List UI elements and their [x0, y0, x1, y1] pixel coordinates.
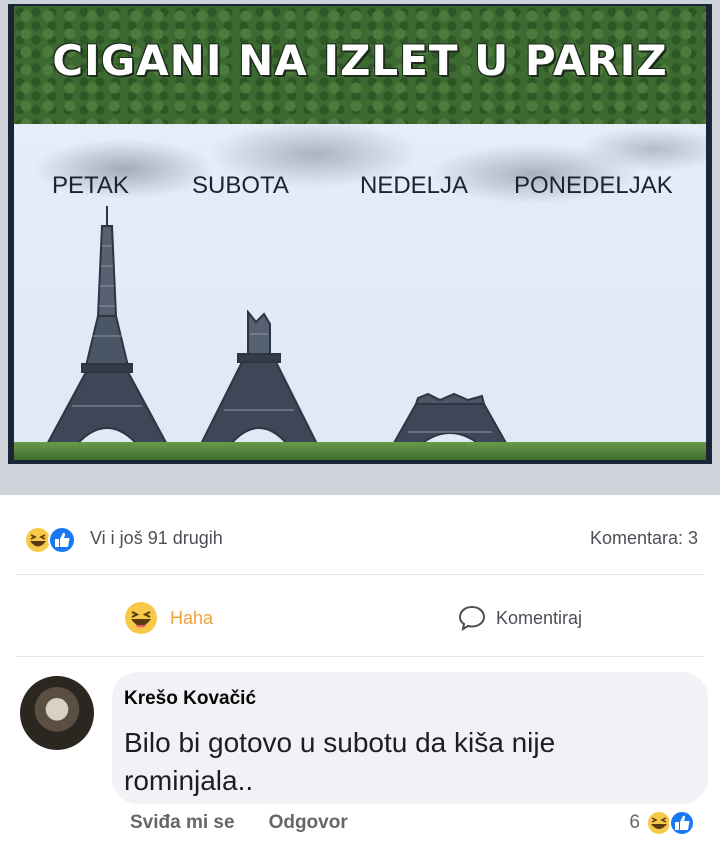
reaction-icons [24, 526, 76, 554]
comment-reactions[interactable]: 6 [629, 810, 698, 836]
reactions-summary[interactable]: Vi i još 91 drugih Komentara: 3 [0, 520, 720, 560]
like-comment-button[interactable]: Sviđa mi se [130, 812, 235, 834]
reply-button[interactable]: Odgovor [269, 812, 348, 834]
comment-bubble-icon [458, 605, 486, 632]
haha-label: Haha [170, 607, 214, 628]
haha-emoji-icon [24, 526, 52, 554]
comment-label: Komentiraj [496, 607, 583, 628]
day-label-4: PONEDELJAK [514, 172, 673, 199]
haha-emoji-icon [646, 810, 672, 836]
haha-emoji-icon [125, 602, 157, 634]
like-thumb-icon [669, 810, 695, 836]
like-thumb-icon [48, 526, 76, 554]
post-image[interactable]: CIGANI NA IZLET U PARIZ PETAK SUBOTA NED… [0, 0, 720, 495]
day-label-3: NEDELJA [360, 172, 469, 199]
grass-strip [14, 442, 706, 460]
meme-title: CIGANI NA IZLET U PARIZ [52, 36, 668, 85]
comment-text: Bilo bi gotovo u subotu da kiša nije rom… [124, 727, 556, 796]
comment-actions: Sviđa mi se Odgovor [130, 812, 348, 834]
divider [16, 656, 704, 657]
avatar[interactable] [20, 676, 94, 750]
comment-reaction-count: 6 [629, 812, 640, 833]
eiffel-tower-full-icon [42, 206, 172, 451]
eiffel-tower-damaged-icon [196, 310, 322, 451]
comments-count[interactable]: Komentara: 3 [590, 528, 698, 549]
divider [16, 574, 704, 575]
comment-button[interactable]: Komentiraj [458, 596, 582, 640]
post-actions: Haha Komentiraj [0, 594, 720, 642]
comment-reaction-icons [646, 810, 695, 836]
reactions-text[interactable]: Vi i još 91 drugih [90, 528, 223, 549]
day-label-2: SUBOTA [192, 172, 289, 199]
meme-canvas: CIGANI NA IZLET U PARIZ PETAK SUBOTA NED… [14, 6, 706, 460]
comment-author[interactable]: Krešo Kovačić [124, 688, 256, 710]
meme-frame: CIGANI NA IZLET U PARIZ PETAK SUBOTA NED… [8, 4, 712, 464]
day-label-1: PETAK [52, 172, 129, 199]
haha-button[interactable]: Haha [124, 596, 213, 640]
